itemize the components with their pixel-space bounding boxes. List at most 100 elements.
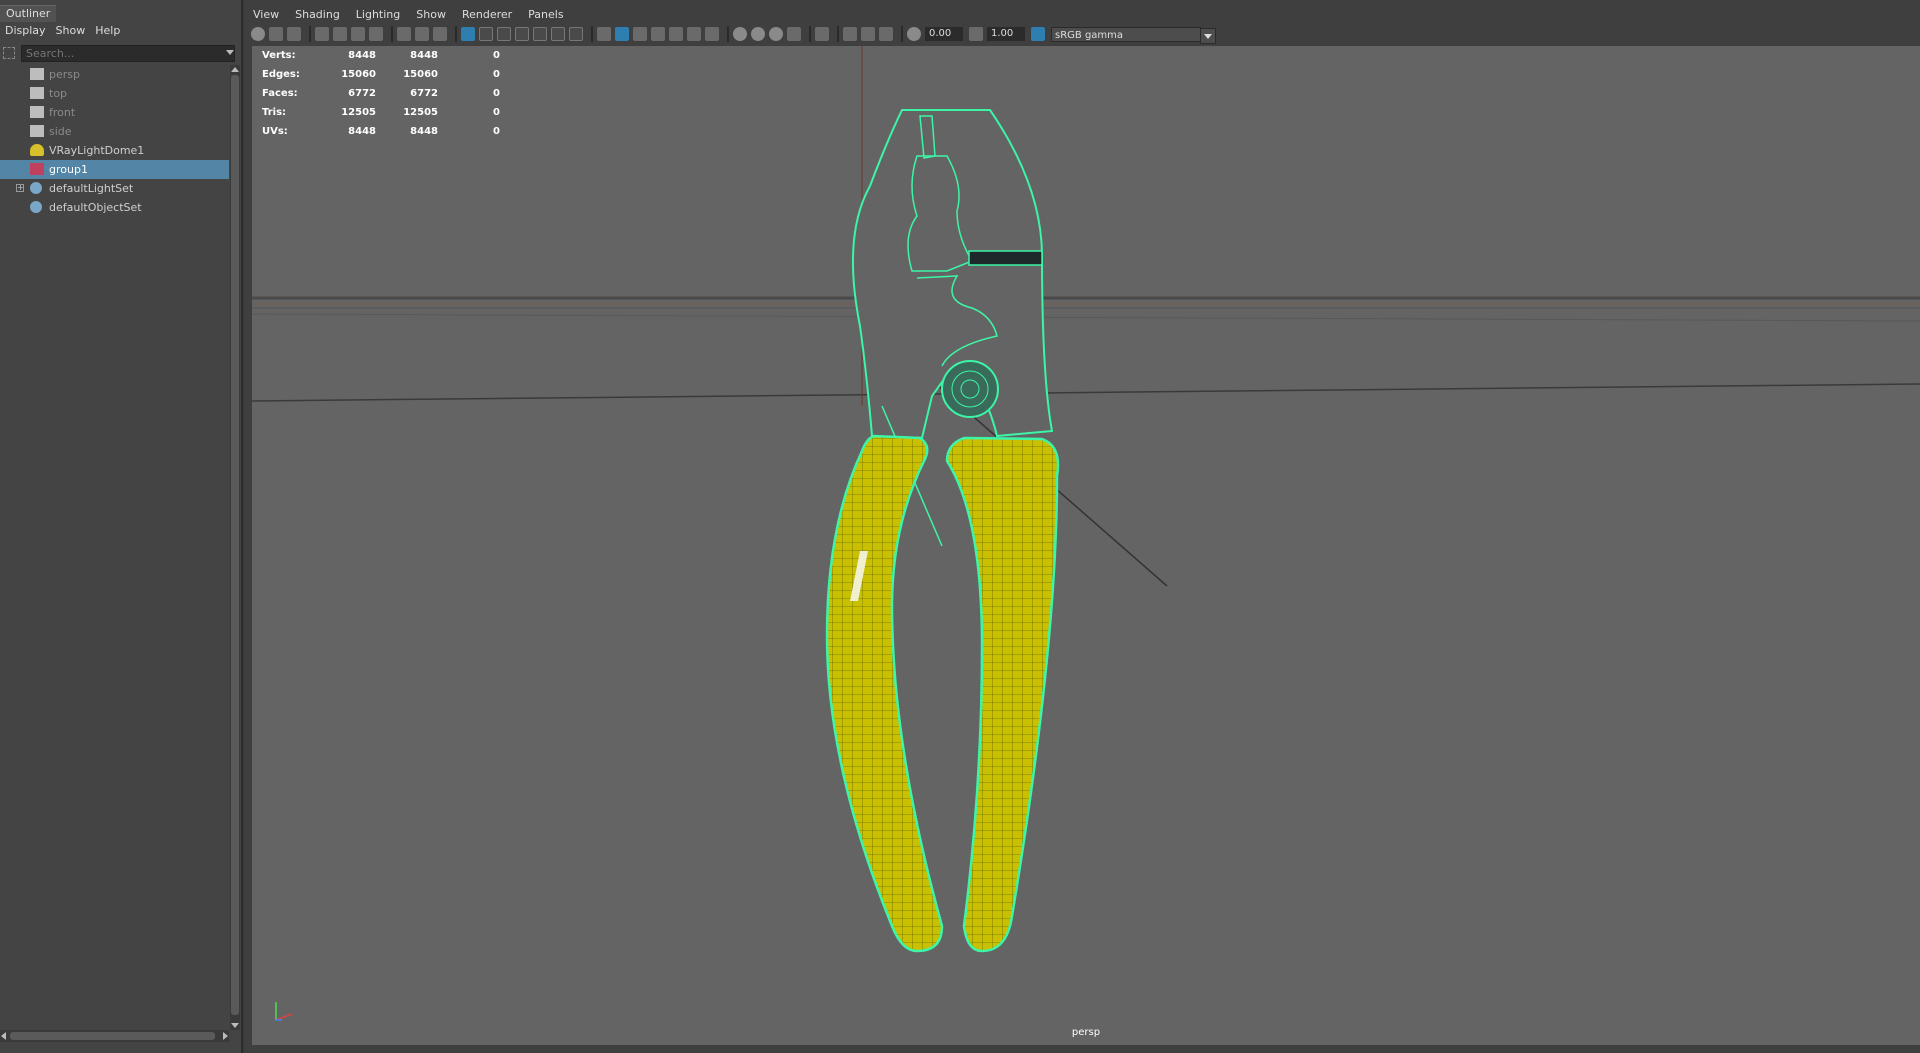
textured-icon[interactable] (669, 27, 683, 41)
screen-space-ao-icon[interactable] (733, 27, 747, 41)
toolbar-separator (309, 26, 311, 42)
menu-help[interactable]: Help (90, 22, 125, 40)
menu-shading[interactable]: Shading (287, 6, 348, 24)
xray-active-icon[interactable] (861, 27, 875, 41)
gate-mask-icon[interactable] (515, 27, 529, 41)
two-d-pan-icon[interactable] (351, 27, 365, 41)
camera-icon (30, 68, 44, 80)
hud-cell-a: 8448 (348, 50, 376, 61)
exposure-icon[interactable] (907, 27, 921, 41)
toolbar-separator (455, 26, 457, 42)
outliner-tab[interactable]: Outliner (0, 5, 57, 22)
flag-icon[interactable] (369, 27, 383, 41)
outliner-horizontal-scrollbar[interactable] (0, 1030, 229, 1042)
hud-row: Edges: 15060 15060 0 (262, 65, 500, 84)
isolate-icon[interactable] (415, 27, 429, 41)
anti-alias-icon[interactable] (769, 27, 783, 41)
outliner-vertical-scrollbar[interactable] (230, 65, 240, 1030)
xray-icon[interactable] (843, 27, 857, 41)
axis-gizmo-svg (275, 1002, 293, 1021)
use-all-lights-icon[interactable] (687, 27, 701, 41)
outliner-item-top[interactable]: top (0, 84, 229, 103)
camera-attributes-icon[interactable] (269, 27, 283, 41)
motion-blur-icon[interactable] (751, 27, 765, 41)
safe-title-icon[interactable] (569, 27, 583, 41)
scroll-thumb[interactable] (231, 75, 239, 1015)
outliner-item-vraylightdome1[interactable]: VRayLightDome1 (0, 141, 229, 160)
pliers-right-handle (945, 436, 1060, 953)
resolution-gate-icon[interactable] (497, 27, 511, 41)
outliner-item-defaultlightset[interactable]: + defaultLightSet (0, 179, 229, 198)
hud-row: UVs: 8448 8448 0 (262, 122, 500, 141)
outliner-item-label: top (49, 87, 68, 100)
camera-icon (30, 125, 44, 137)
search-dropdown-icon[interactable] (226, 50, 234, 55)
outliner-item-persp[interactable]: persp (0, 65, 229, 84)
wireframe-on-shaded-icon[interactable] (651, 27, 665, 41)
scroll-down-icon[interactable] (231, 1023, 239, 1028)
toolbar-separator (591, 26, 593, 42)
outliner-item-label: VRayLightDome1 (49, 144, 145, 157)
outliner-item-side[interactable]: side (0, 122, 229, 141)
gamma-icon[interactable] (969, 27, 983, 41)
viewport-3d[interactable]: Verts: 8448 8448 0 Edges: 15060 15060 0 Faces: 67… (252, 46, 1920, 1045)
hud-cell-label: Tris: (262, 107, 287, 118)
view-transform-select[interactable]: sRGB gamma (1051, 26, 1216, 44)
grid-icon[interactable] (461, 27, 475, 41)
view-transform-dropdown-icon[interactable] (1200, 27, 1216, 44)
image-plane-icon[interactable] (315, 27, 329, 41)
pliers-left-handle (825, 434, 944, 953)
isolate-select-icon[interactable] (815, 27, 829, 41)
menu-view[interactable]: View (245, 6, 287, 24)
film-gate-icon[interactable] (479, 27, 493, 41)
hud-cell-b: 12505 (403, 107, 438, 118)
scroll-up-icon[interactable] (231, 67, 239, 72)
outliner-item-label: group1 (49, 163, 88, 176)
toolbar-separator (837, 26, 839, 42)
wireframe-icon[interactable] (597, 27, 611, 41)
menu-display[interactable]: Display (0, 22, 51, 40)
smooth-shade-icon[interactable] (615, 27, 629, 41)
menu-show[interactable]: Show (408, 6, 454, 24)
hud-cell-c: 0 (493, 107, 500, 118)
depth-of-field-icon[interactable] (787, 27, 801, 41)
camera-icon (30, 87, 44, 99)
outliner-tree: persp top front side VRayLightDome1 group1 + de… (0, 65, 229, 217)
group-icon (30, 163, 44, 175)
scroll-left-icon[interactable] (1, 1032, 6, 1040)
hud-cell-label: Verts: (262, 50, 296, 61)
safe-action-icon[interactable] (551, 27, 565, 41)
shadows-icon[interactable] (705, 27, 719, 41)
color-management-icon[interactable] (1031, 27, 1045, 41)
default-material-icon[interactable] (633, 27, 647, 41)
bookmark-icon[interactable] (287, 27, 301, 41)
menu-show[interactable]: Show (51, 22, 91, 40)
move-pivot-icon[interactable] (433, 27, 447, 41)
xray-joints-toggle-icon[interactable] (879, 27, 893, 41)
scene-canvas[interactable] (252, 46, 1920, 1045)
scroll-right-icon[interactable] (223, 1032, 228, 1040)
hscroll-thumb[interactable] (10, 1032, 215, 1040)
select-camera-icon[interactable] (251, 27, 265, 41)
outliner-item-label: front (49, 106, 76, 119)
toolbar-separator (901, 26, 903, 42)
field-chart-icon[interactable] (533, 27, 547, 41)
exposure-field[interactable]: 0.00 (925, 27, 963, 41)
camera-name-label: persp (1071, 1027, 1101, 1038)
poly-count-hud: Verts: 8448 8448 0 Edges: 15060 15060 0 Faces: 67… (262, 46, 500, 141)
menu-renderer[interactable]: Renderer (454, 6, 520, 24)
set-icon (30, 201, 42, 213)
hud-cell-b: 8448 (410, 50, 438, 61)
gamma-field[interactable]: 1.00 (987, 27, 1025, 41)
xray-joints-icon[interactable] (397, 27, 411, 41)
camera-icon (30, 106, 44, 118)
expand-icon[interactable]: + (16, 184, 24, 192)
outliner-item-defaultobjectset[interactable]: defaultObjectSet (0, 198, 229, 217)
menu-lighting[interactable]: Lighting (348, 6, 408, 24)
outliner-search-input[interactable] (21, 45, 235, 62)
outliner-item-group1[interactable]: group1 (0, 160, 229, 179)
filter-icon[interactable] (3, 47, 15, 59)
menu-panels[interactable]: Panels (520, 6, 571, 24)
grease-pencil-icon[interactable] (333, 27, 347, 41)
outliner-item-front[interactable]: front (0, 103, 229, 122)
